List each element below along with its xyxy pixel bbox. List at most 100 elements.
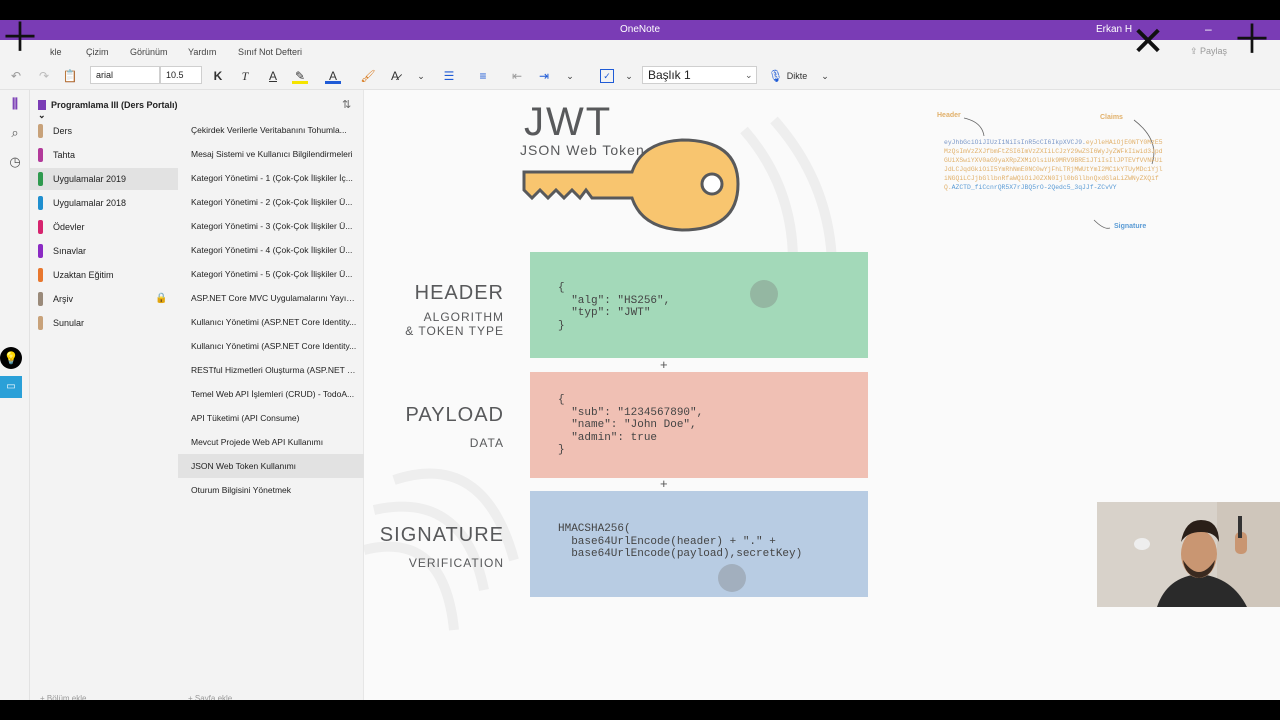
navigation-rail: ⫼ ⌕ ◷ 💡 ▭ <box>0 90 30 700</box>
payload-subtitle: DATA <box>469 436 504 450</box>
clear-format-icon[interactable]: A̷ <box>387 68 403 84</box>
header-title: HEADER <box>414 282 504 304</box>
payload-code-box: { "sub": "1234567890", "name": "John Doe… <box>530 372 868 478</box>
page-item[interactable]: Kategori Yönetimi - 2 (Çok-Çok İlişkiler… <box>178 190 364 214</box>
onenote-window: OneNote Erkan H – kle Çizim Görünüm Yard… <box>0 0 1280 720</box>
chevron-down-icon[interactable]: ⌄ <box>563 68 577 84</box>
highlight-icon[interactable]: ✎ <box>292 68 308 84</box>
section-item[interactable]: Ödevler <box>30 216 178 238</box>
menu-ekle[interactable]: kle <box>50 47 62 57</box>
section-item[interactable]: Uygulamalar 2018 <box>30 192 178 214</box>
page-item[interactable]: JSON Web Token Kullanımı <box>178 454 364 478</box>
recent-icon[interactable]: ◷ <box>6 153 24 171</box>
section-item[interactable]: Tahta <box>30 144 178 166</box>
signature-title: SIGNATURE <box>379 524 504 546</box>
search-icon[interactable]: ⌕ <box>6 124 24 142</box>
redo-icon[interactable]: ↷ <box>36 68 52 84</box>
letterbox-top <box>0 0 1280 20</box>
bullets-icon[interactable]: ☰ <box>441 68 457 84</box>
plus-icon[interactable]: ＋ <box>0 18 40 58</box>
italic-button[interactable]: T <box>237 68 253 84</box>
cursor-dot <box>750 280 778 308</box>
page-item[interactable]: Kategori Yönetimi - 3 (Çok-Çok İlişkiler… <box>178 214 364 238</box>
indent-icon[interactable]: ⇥ <box>536 68 552 84</box>
page-item[interactable]: RESTful Hizmetleri Oluşturma (ASP.NET C.… <box>178 358 364 382</box>
plus-sign: + <box>660 357 668 372</box>
signature-subtitle: VERIFICATION <box>408 556 504 570</box>
style-select[interactable]: Başlık 1 ⌄ <box>642 66 757 84</box>
page-item[interactable]: Temel Web API İşlemleri (CRUD) - TodoA..… <box>178 382 364 406</box>
section-item[interactable]: Arşiv 🔒 <box>30 288 178 310</box>
plus-sign: + <box>660 476 668 491</box>
signature-label: SIGNATURE VERIFICATION <box>380 524 504 574</box>
token-header-part: eyJhbGciOiJIUzI1NiIsInR5cCI6IkpXVCJ9. <box>944 139 1086 146</box>
section-item[interactable]: Ders <box>30 120 178 142</box>
section-item[interactable]: Sınavlar <box>30 240 178 262</box>
minimize-button[interactable]: – <box>1205 22 1212 36</box>
chevron-down-icon[interactable]: ⌄ <box>818 68 832 84</box>
payload-title: PAYLOAD <box>405 404 504 426</box>
microphone-icon[interactable]: 🎙 <box>768 68 783 84</box>
page-item[interactable]: Mevcut Projede Web API Kullanımı <box>178 430 364 454</box>
page-item[interactable]: Mesaj Sistemi ve Kullanıcı Bilgilendirme… <box>178 142 364 166</box>
close-icon[interactable]: ✕ <box>1128 22 1168 62</box>
font-size-select[interactable]: 10.5 <box>160 66 202 84</box>
notebooks-icon[interactable]: ⫼ <box>6 95 24 113</box>
notebook-icon <box>38 100 46 110</box>
sort-icon[interactable]: ⇅ <box>342 98 351 111</box>
page-item[interactable]: API Tüketimi (API Consume) <box>178 406 364 430</box>
notebook-title: Programlama III (Ders Portalı) <box>51 100 178 110</box>
numbering-icon[interactable]: ≡ <box>475 68 491 84</box>
font-color-button[interactable]: A <box>325 68 341 84</box>
page-item[interactable]: Çekirdek Verilerle Veritabanını Tohumla.… <box>178 118 364 142</box>
style-value: Başlık 1 <box>648 68 691 82</box>
menu-sinif-not-defteri[interactable]: Sınıf Not Defteri <box>238 47 302 57</box>
underline-button[interactable]: A <box>265 68 281 84</box>
share-label: Paylaş <box>1200 46 1228 56</box>
page-item[interactable]: Kullanıcı Yönetimi (ASP.NET Core Identit… <box>178 310 364 334</box>
header-label: HEADER ALGORITHM & TOKEN TYPE <box>384 282 504 342</box>
letterbox-bottom <box>0 700 1280 720</box>
user-name[interactable]: Erkan H <box>1096 24 1132 35</box>
presenter-video <box>1097 502 1280 607</box>
payload-label: PAYLOAD DATA <box>384 404 504 454</box>
page-item[interactable]: Kategori Yönetimi - 4 (Çok-Çok İlişkiler… <box>178 238 364 262</box>
app-icon[interactable]: ▭ <box>0 376 22 398</box>
format-painter-icon[interactable]: 🖌 <box>360 68 376 84</box>
bold-button[interactable]: K <box>210 68 226 84</box>
title-bar: OneNote Erkan H – <box>0 20 1280 40</box>
menu-cizim[interactable]: Çizim <box>86 47 109 57</box>
menu-gorunum[interactable]: Görünüm <box>130 47 168 57</box>
page-list: ⇅ Çekirdek Verilerle Veritabanını Tohuml… <box>178 90 364 703</box>
page-item[interactable]: Kullanıcı Yönetimi (ASP.NET Core Identit… <box>178 334 364 358</box>
webcam-overlay <box>1097 502 1280 607</box>
notebook-selector[interactable]: Programlama III (Ders Portalı) ⌄ <box>38 100 178 121</box>
section-item[interactable]: Sunular <box>30 312 178 334</box>
chevron-down-icon: ⌄ <box>745 70 753 80</box>
chevron-down-icon[interactable]: ⌄ <box>622 68 636 84</box>
page-item[interactable]: Oturum Bilgisini Yönetmek <box>178 478 364 502</box>
plus-icon[interactable]: ＋ <box>1232 20 1272 60</box>
clipboard-icon[interactable]: 📋 <box>62 68 78 84</box>
outdent-icon[interactable]: ⇤ <box>509 68 525 84</box>
page-item[interactable]: Kategori Yönetimi - 1 (Çok-Çok İlişkiler… <box>178 166 364 190</box>
section-list: Programlama III (Ders Portalı) ⌄ Ders Ta… <box>30 90 178 703</box>
section-item[interactable]: Uygulamalar 2019 <box>30 168 178 190</box>
section-item[interactable]: Uzaktan Eğitim <box>30 264 178 286</box>
menu-yardim[interactable]: Yardım <box>188 47 216 57</box>
share-button[interactable]: ⇪ Paylaş <box>1190 46 1227 57</box>
chevron-down-icon[interactable]: ⌄ <box>414 68 428 84</box>
page-item[interactable]: ASP.NET Core MVC Uygulamalarını Yayın... <box>178 286 364 310</box>
menu-bar: kle Çizim Görünüm Yardım Sınıf Not Defte… <box>0 40 1280 62</box>
chevron-down-icon: ⌄ <box>38 110 46 120</box>
font-name-select[interactable]: arial <box>90 66 160 84</box>
header-code-box: { "alg": "HS256", "typ": "JWT" } <box>530 252 868 358</box>
header-subtitle: ALGORITHM & TOKEN TYPE <box>405 310 504 338</box>
dictate-button[interactable]: Dikte <box>784 68 810 84</box>
lightbulb-icon[interactable]: 💡 <box>0 347 22 369</box>
page-canvas[interactable]: JWT JSON Web Token HEADER ALGORITHM & TO… <box>364 90 1280 700</box>
token-signature-part: AZCTD_fiCcnrQR5X7rJBQ5rO-2Qedc5_3qJJf-ZC… <box>951 184 1117 191</box>
page-item[interactable]: Kategori Yönetimi - 5 (Çok-Çok İlişkiler… <box>178 262 364 286</box>
undo-icon[interactable]: ↶ <box>8 68 24 84</box>
todo-checkbox-icon[interactable]: ✓ <box>600 69 614 83</box>
